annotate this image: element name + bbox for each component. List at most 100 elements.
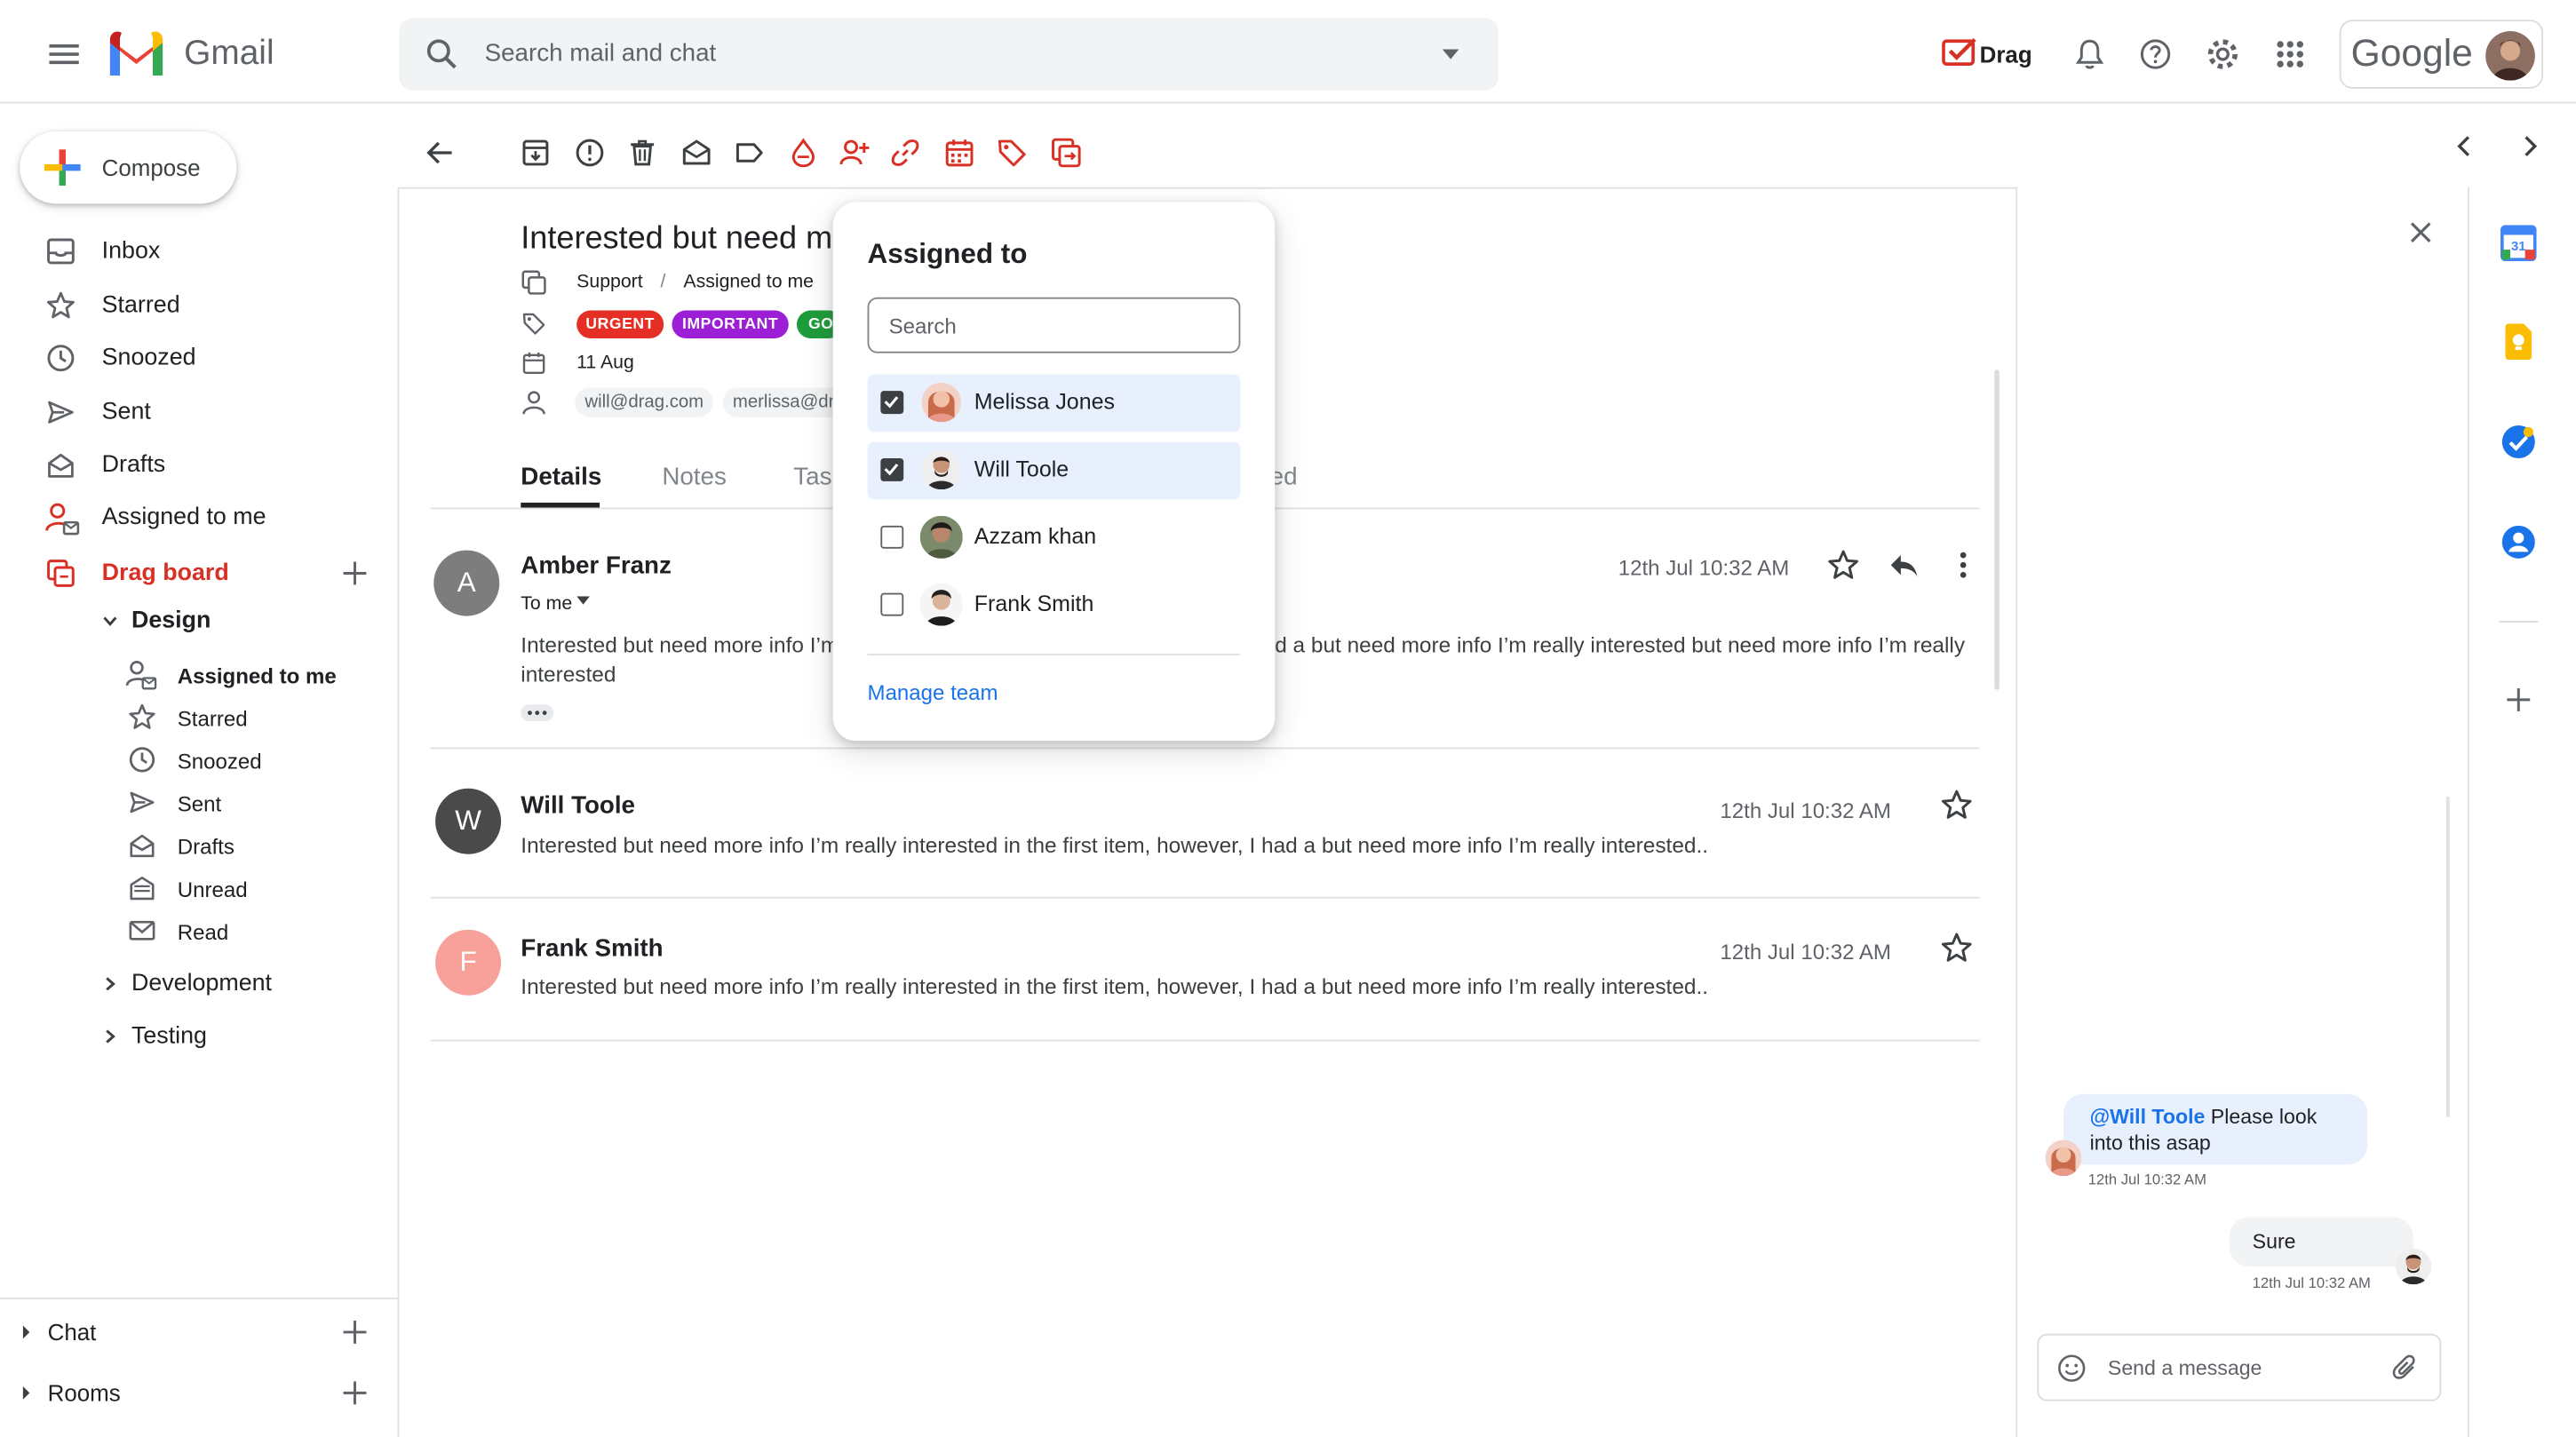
main-scrollbar[interactable]: [1994, 369, 2000, 690]
sidebar-item-sent[interactable]: Sent: [36, 391, 381, 433]
assignee-checkbox[interactable]: [880, 458, 904, 481]
archive-icon[interactable]: [519, 137, 552, 170]
show-trimmed-content-button[interactable]: [521, 704, 554, 721]
due-date-calendar-icon[interactable]: [943, 137, 976, 170]
gmail-logo-icon[interactable]: [107, 31, 166, 76]
folder-development[interactable]: Development: [99, 967, 378, 1004]
sidebar-item-inbox[interactable]: Inbox: [36, 230, 381, 273]
star-icon[interactable]: [1940, 789, 1973, 822]
search-input[interactable]: Search mail and chat: [485, 39, 717, 67]
message-snippet: Interested but need more info I’m: [521, 632, 839, 657]
assignee-row-azzam[interactable]: Azzam khan: [868, 509, 1241, 567]
move-to-board-icon[interactable]: [1050, 137, 1083, 170]
design-item-snoozed[interactable]: Snoozed: [125, 742, 382, 779]
close-icon[interactable]: [2408, 220, 2433, 245]
design-item-starred[interactable]: Starred: [125, 700, 382, 736]
sidebar-item-label: Drafts: [101, 451, 166, 479]
delete-trash-icon[interactable]: [626, 137, 659, 170]
mention-link[interactable]: @Will Toole: [2090, 1106, 2206, 1129]
google-account-button[interactable]: Google: [2339, 20, 2544, 89]
calendar-app-icon[interactable]: 31: [2500, 225, 2537, 262]
main-menu-icon[interactable]: [48, 38, 81, 71]
folder-design[interactable]: Design: [99, 605, 378, 641]
design-item-unread[interactable]: Unread: [125, 870, 382, 907]
message-sender[interactable]: Will Toole: [521, 791, 635, 819]
testing-label: Testing: [131, 1023, 207, 1050]
participant-chip[interactable]: will@drag.com: [575, 387, 714, 417]
folder-testing[interactable]: Testing: [99, 1020, 378, 1057]
message-sender[interactable]: Amber Franz: [521, 552, 672, 579]
chat-message-part: Please look: [2205, 1105, 2318, 1129]
tasks-app-icon[interactable]: [2500, 424, 2537, 460]
notifications-bell-icon[interactable]: [2073, 38, 2106, 71]
rooms-section-toggle[interactable]: Rooms: [20, 1375, 381, 1411]
sidebar-item-snoozed[interactable]: Snoozed: [36, 337, 381, 379]
breadcrumb-support[interactable]: Support: [576, 273, 643, 292]
star-icon[interactable]: [1940, 932, 1973, 965]
search-bar[interactable]: Search mail and chat: [399, 18, 1499, 91]
design-item-sent[interactable]: Sent: [125, 785, 382, 822]
tag-urgent[interactable]: URGENT: [576, 310, 664, 338]
contacts-app-icon[interactable]: [2500, 524, 2537, 560]
assignee-row-melissa[interactable]: Melissa Jones: [867, 374, 1241, 433]
sidebar-item-starred[interactable]: Starred: [36, 284, 381, 327]
tag-important[interactable]: IMPORTANT: [672, 310, 789, 338]
link-icon[interactable]: [889, 137, 922, 170]
new-chat-plus-icon[interactable]: [340, 1317, 370, 1346]
add-board-plus-icon[interactable]: [340, 559, 370, 588]
more-vert-icon[interactable]: [1955, 551, 1971, 580]
mark-unread-icon[interactable]: [680, 137, 713, 170]
assign-search-input[interactable]: Search: [867, 297, 1241, 353]
reply-icon[interactable]: [1888, 551, 1920, 580]
compose-button[interactable]: Compose: [20, 131, 237, 204]
assignee-checkbox[interactable]: [880, 592, 904, 616]
assignee-checkbox[interactable]: [880, 525, 904, 549]
manage-team-link[interactable]: Manage team: [868, 680, 998, 705]
message-sender[interactable]: Frank Smith: [521, 934, 663, 962]
side-panel-rail: [2467, 187, 2576, 1437]
chat-scrollbar[interactable]: [2445, 797, 2450, 1117]
next-chevron-icon[interactable]: [2516, 133, 2543, 160]
assignee-row-will[interactable]: Will Toole: [867, 441, 1241, 500]
chat-section-toggle[interactable]: Chat: [20, 1314, 381, 1351]
design-item-assigned-to-me[interactable]: Assigned to me: [125, 657, 382, 694]
star-icon[interactable]: [1827, 549, 1860, 582]
sidebar-item-drag-board[interactable]: Drag board: [36, 552, 381, 594]
new-room-plus-icon[interactable]: [340, 1378, 370, 1408]
search-icon[interactable]: [425, 38, 458, 71]
google-apps-grid-icon[interactable]: [2276, 39, 2305, 68]
chat-compose-box[interactable]: Send a message: [2037, 1333, 2442, 1401]
help-icon[interactable]: [2139, 38, 2172, 71]
drag-extension-button[interactable]: Drag: [1942, 36, 2040, 73]
assignee-row-frank[interactable]: Frank Smith: [868, 576, 1241, 634]
account-avatar[interactable]: [2485, 31, 2535, 81]
sidebar-item-assigned-to-me[interactable]: Assigned to me: [36, 496, 381, 539]
sidebar-item-drafts[interactable]: Drafts: [36, 443, 381, 486]
search-options-icon[interactable]: [1441, 44, 1460, 64]
assignee-checkbox[interactable]: [880, 391, 904, 415]
drag-status-drop-icon[interactable]: [787, 137, 820, 170]
email-date: 11 Aug: [576, 353, 634, 373]
settings-gear-icon[interactable]: [2205, 36, 2241, 73]
design-item-read[interactable]: Read: [125, 913, 382, 949]
get-addons-plus-icon[interactable]: [2505, 687, 2532, 713]
keep-app-icon[interactable]: [2502, 323, 2535, 361]
recipient-dropdown[interactable]: To me: [521, 588, 619, 615]
participant-chip[interactable]: merlissa@dr: [722, 387, 835, 417]
report-spam-icon[interactable]: [573, 137, 606, 170]
attachment-paperclip-icon[interactable]: [2390, 1354, 2420, 1383]
assign-person-icon[interactable]: [838, 137, 871, 170]
tab-tasks[interactable]: Tas: [793, 464, 831, 491]
compose-plus-icon: [43, 147, 82, 187]
sidebar-item-label: Snoozed: [101, 345, 196, 371]
emoji-smiley-icon[interactable]: [2057, 1354, 2087, 1383]
previous-chevron-icon[interactable]: [2451, 133, 2477, 160]
chat-message-input[interactable]: Send a message: [2108, 1357, 2262, 1380]
tag-icon[interactable]: [996, 137, 1029, 170]
design-item-drafts[interactable]: Drafts: [125, 828, 382, 864]
label-icon[interactable]: [733, 137, 766, 170]
tab-details[interactable]: Details: [521, 464, 601, 491]
back-arrow-icon[interactable]: [424, 137, 457, 170]
breadcrumb-assigned[interactable]: Assigned to me: [683, 273, 814, 292]
tab-notes[interactable]: Notes: [662, 464, 726, 491]
